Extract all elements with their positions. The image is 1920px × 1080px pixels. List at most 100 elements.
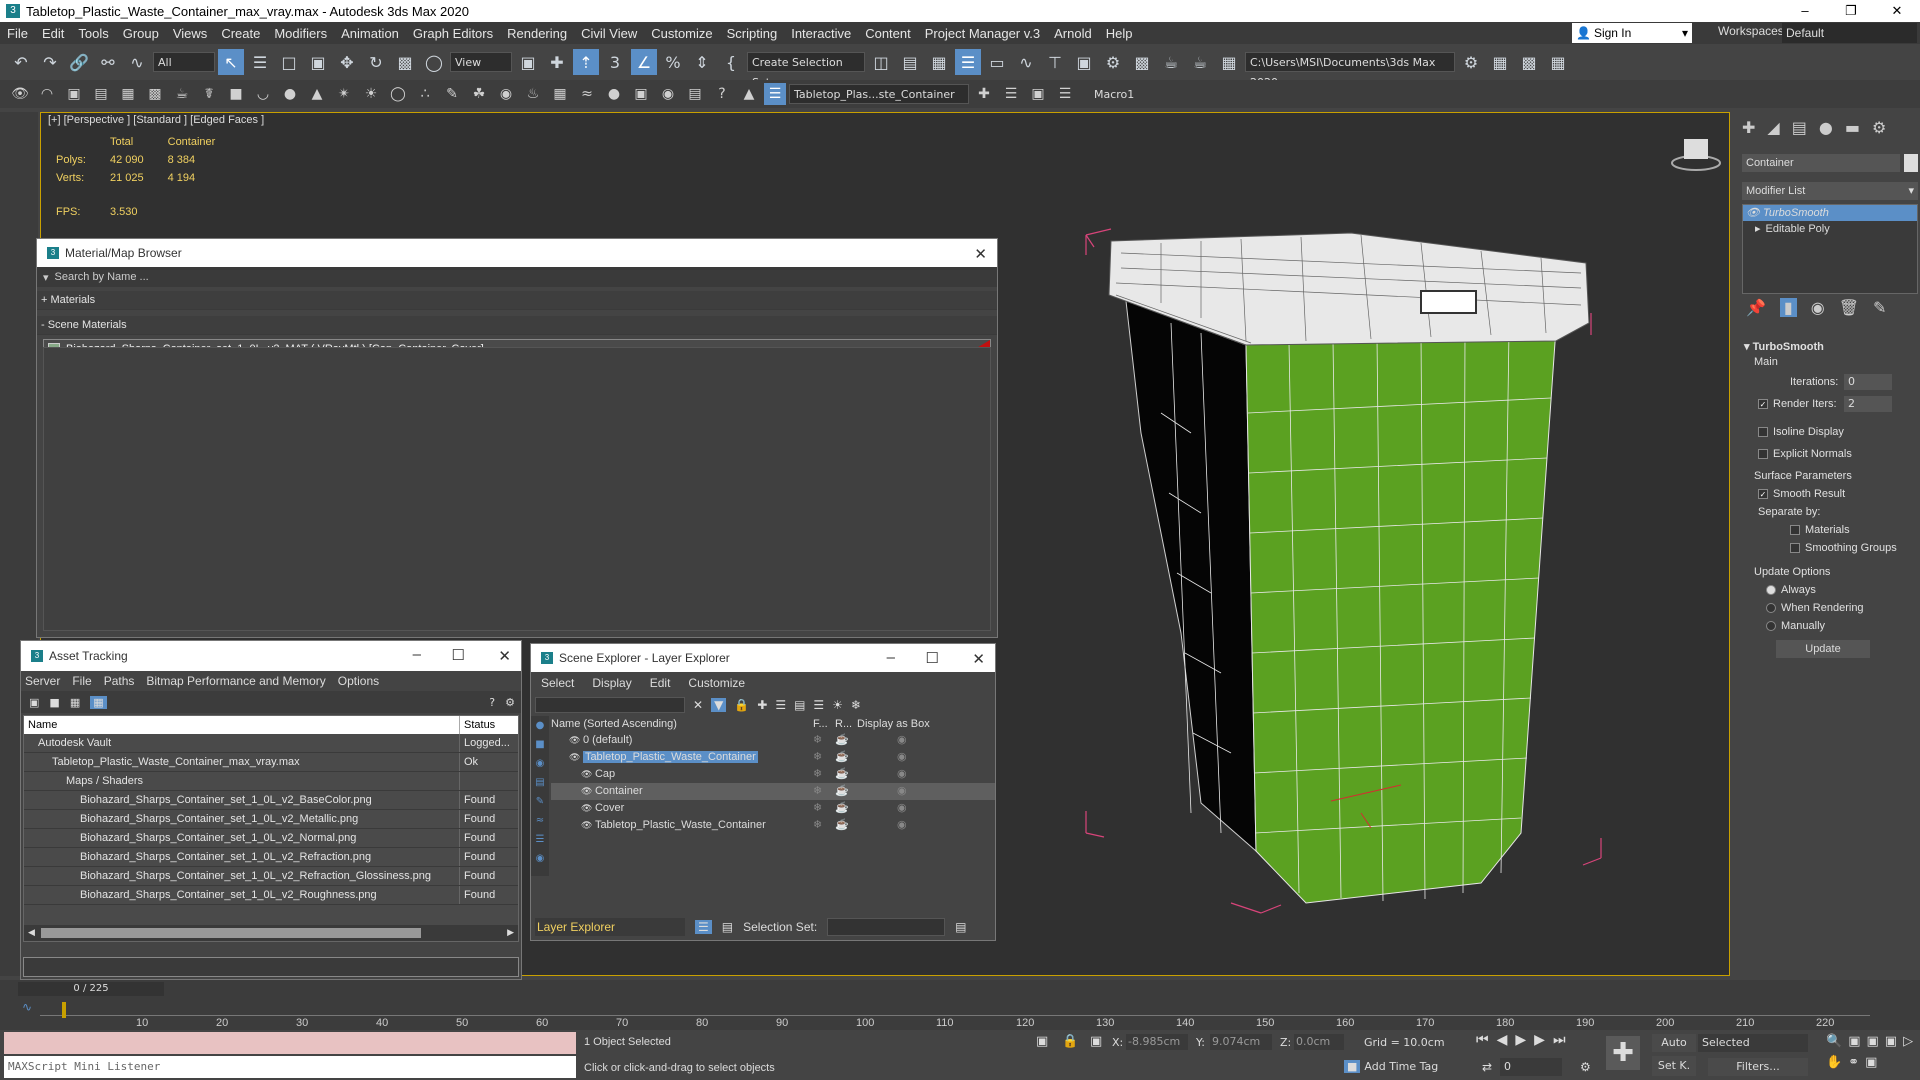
display-box-icon[interactable]: ◉ [857, 732, 907, 749]
asset-row[interactable]: Biohazard_Sharps_Container_set_1_0L_v2_R… [24, 867, 518, 886]
tree-icon[interactable]: ☘ [467, 83, 491, 105]
isoline-toggle[interactable]: Isoline Display [1758, 426, 1844, 438]
hierarchy-icon[interactable]: ▤ [794, 698, 805, 712]
visibility-icon[interactable]: 👁 [581, 820, 595, 830]
schematic-view-icon[interactable]: ⊤ [1042, 49, 1068, 75]
doc-icon[interactable]: ▤ [89, 83, 113, 105]
set-key-icon[interactable]: ✚ [1606, 1036, 1640, 1070]
scene-row[interactable]: 👁 Tabletop_Plastic_Waste_Container ❄ ☕ ◉ [551, 817, 995, 834]
visibility-icon[interactable]: 👁 [569, 735, 583, 745]
wave-icon[interactable]: ≈ [575, 83, 599, 105]
stack-editable-poly[interactable]: ▸ Editable Poly [1743, 221, 1917, 237]
when-rendering-radio[interactable]: When Rendering [1766, 602, 1864, 614]
scale-icon[interactable]: ▩ [392, 49, 418, 75]
asset-row[interactable]: Maps / Shaders [24, 772, 518, 791]
visibility-icon[interactable]: 👁 [581, 769, 595, 779]
hemisphere-icon[interactable]: ◡ [251, 83, 275, 105]
current-layer-dropdown[interactable]: Tabletop_Plas...ste_Container [789, 84, 969, 104]
freeze-icon[interactable]: ❄ [813, 817, 835, 834]
select-object-icon[interactable]: ↖ [218, 49, 244, 75]
time-config-icon[interactable]: ⚙ [1580, 1060, 1591, 1074]
asset-menu-paths[interactable]: Paths [104, 671, 135, 691]
minimize-icon[interactable]: – [887, 649, 895, 666]
selection-filter-dropdown[interactable]: All [153, 52, 215, 72]
menu-scripting[interactable]: Scripting [720, 26, 785, 41]
lock-icon[interactable]: ☤ [197, 83, 221, 105]
always-radio[interactable]: Always [1766, 584, 1816, 596]
renderable-icon[interactable]: ☕ [835, 766, 857, 783]
col-display-box[interactable]: Display as Box [857, 716, 930, 732]
layers-icon[interactable]: ☰ [695, 920, 712, 934]
menu-customize[interactable]: Customize [644, 26, 719, 41]
config-icon[interactable]: ✎ [1873, 298, 1886, 317]
asset-row[interactable]: Biohazard_Sharps_Container_set_1_0L_v2_N… [24, 829, 518, 848]
display-tab-icon[interactable]: ▬ [1845, 118, 1860, 137]
checkbox[interactable] [1790, 543, 1800, 554]
track-bar[interactable] [40, 1002, 1870, 1016]
menu-file[interactable]: File [0, 26, 35, 41]
hierarchy-icon[interactable]: ▤ [722, 920, 733, 934]
checkbox[interactable] [1790, 525, 1800, 536]
time-cursor[interactable] [62, 1002, 66, 1018]
place-icon[interactable]: ◯ [421, 49, 447, 75]
sphere-icon[interactable]: ● [278, 83, 302, 105]
display-box-icon[interactable]: ◉ [857, 749, 907, 766]
mesh-icon[interactable]: ▦ [548, 83, 572, 105]
bind-spacewarp-icon[interactable]: ∿ [124, 49, 150, 75]
add-to-layer-icon[interactable]: ☰ [999, 83, 1023, 105]
align-icon[interactable]: ▤ [897, 49, 923, 75]
render-iters-toggle[interactable]: ✓ Render Iters: [1758, 398, 1837, 410]
menu-civil-view[interactable]: Civil View [574, 26, 644, 41]
project-folder-icon[interactable]: ⚙ [1458, 49, 1484, 75]
help-icon[interactable]: ? [489, 696, 495, 709]
scene-row[interactable]: 👁 0 (default) ❄ ☕ ◉ [551, 732, 995, 749]
box-icon[interactable]: ■ [224, 83, 248, 105]
eye-icon[interactable]: 👁 [8, 83, 32, 105]
smoothing-groups-toggle[interactable]: Smoothing Groups [1790, 542, 1897, 554]
col-freeze[interactable]: F... [813, 716, 835, 732]
project-path-dropdown[interactable]: C:\Users\MSI\Documents\3ds Max 2020 [1245, 52, 1455, 89]
refresh-icon[interactable]: ▣ [29, 696, 39, 709]
selection-set-dropdown[interactable] [827, 918, 946, 936]
freeze-icon[interactable]: ❄ [813, 732, 835, 749]
settings-icon[interactable]: ⚙ [505, 696, 515, 709]
render-iterative-icon[interactable]: ☕ [1187, 49, 1213, 75]
utilities-tab-icon[interactable]: ⚙ [1872, 118, 1886, 137]
new-layer-icon[interactable]: ✚ [757, 698, 767, 712]
renderable-icon[interactable]: ☕ [835, 817, 857, 834]
cone-icon[interactable]: ▲ [305, 83, 329, 105]
asset-hscroll[interactable]: ◀ ▶ [24, 925, 518, 941]
project-save-icon[interactable]: ▦ [1545, 49, 1571, 75]
orb-icon[interactable]: ● [602, 83, 626, 105]
asset-path-field[interactable] [23, 957, 519, 977]
container-icon[interactable]: ▣ [62, 83, 86, 105]
project-manager-icon[interactable]: ▦ [1487, 49, 1513, 75]
renderable-icon[interactable]: ☕ [835, 732, 857, 749]
ref-coord-dropdown[interactable]: View [450, 52, 512, 72]
table-view-icon[interactable]: ▦ [90, 695, 107, 709]
menu-content[interactable]: Content [858, 26, 918, 41]
scene-materials-group[interactable]: - Scene Materials [37, 316, 997, 335]
freeze-icon[interactable]: ❄ [813, 749, 835, 766]
link-icon[interactable]: 🔗 [66, 49, 92, 75]
material-search-input[interactable]: Search by Name ... [55, 271, 149, 283]
mirror-icon[interactable]: ◫ [868, 49, 894, 75]
col-name[interactable]: Name [24, 716, 460, 734]
play-icon[interactable]: ▶ [1515, 1032, 1526, 1048]
teapot-icon[interactable]: ☕ [170, 83, 194, 105]
asset-row[interactable]: Tabletop_Plastic_Waste_Container_max_vra… [24, 753, 518, 772]
menu-help[interactable]: Help [1099, 26, 1140, 41]
object-name-field[interactable]: Container [1742, 154, 1900, 172]
asset-row[interactable]: Autodesk Vault Logged... [24, 734, 518, 753]
redo-icon[interactable]: ↷ [37, 49, 63, 75]
scene-icon[interactable]: ▲ [737, 83, 761, 105]
menu-group[interactable]: Group [116, 26, 166, 41]
ribbon-icon[interactable]: ▭ [984, 49, 1010, 75]
go-to-end-icon[interactable]: ⏭ [1553, 1032, 1566, 1048]
checkbox[interactable]: ✓ [1758, 489, 1768, 500]
visibility-icon[interactable]: 👁 [569, 752, 583, 762]
col-render[interactable]: R... [835, 716, 857, 732]
percent-snap-icon[interactable]: % [660, 49, 686, 75]
clone-icon[interactable]: ▣ [629, 83, 653, 105]
asset-menu-file[interactable]: File [72, 671, 91, 691]
